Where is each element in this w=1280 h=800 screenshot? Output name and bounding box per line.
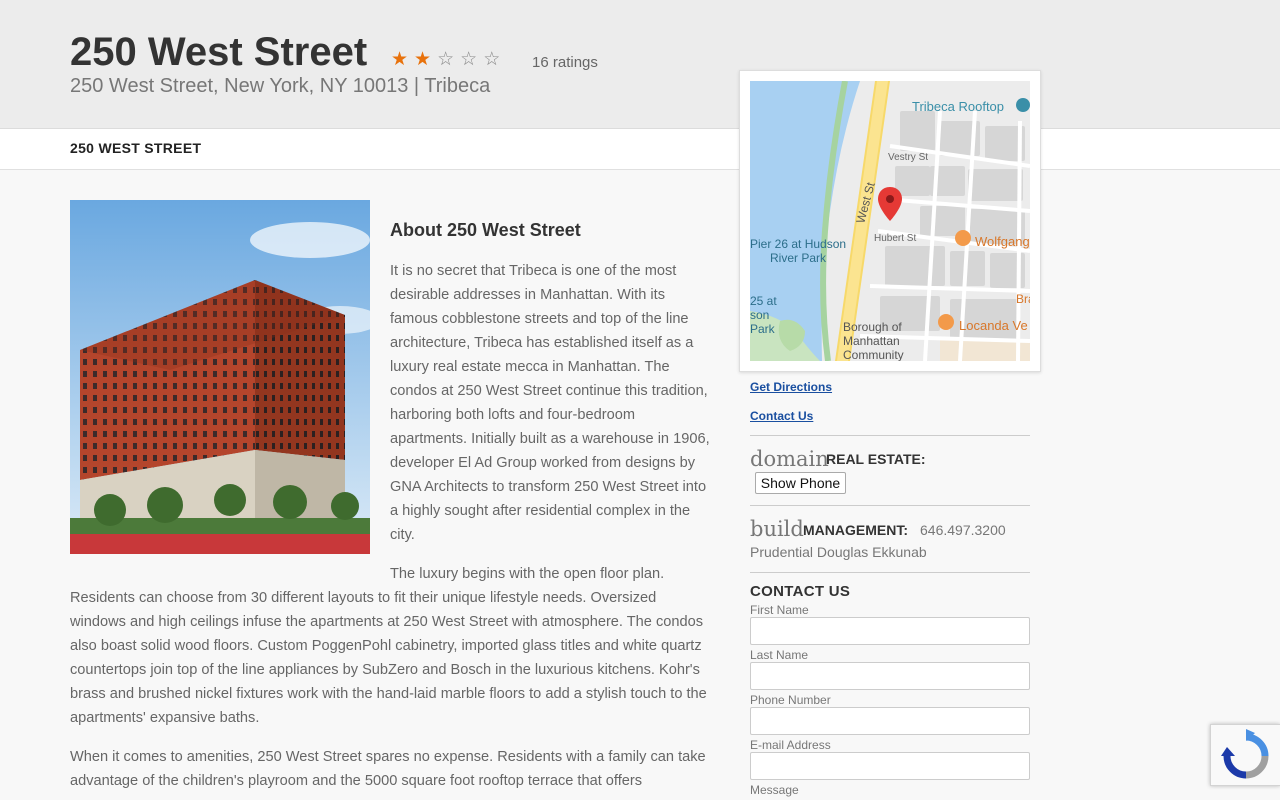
building-photo [70,200,370,554]
map-label-borough-2: Manhattan [843,334,900,348]
sidebar-divider [750,505,1030,506]
email-label: E-mail Address [750,738,831,752]
page-title: 250 West Street [70,30,368,74]
map-label-vestry: Vestry St [888,152,928,163]
about-heading: About 250 West Street [390,220,581,240]
map-label-borough-3: Community [843,348,904,361]
map-label-bran: Bran [1016,292,1030,306]
first-name-field[interactable] [750,617,1030,645]
contact-us-link[interactable]: Contact Us [750,409,813,423]
management-name: Prudential Douglas Ekkunab [750,544,927,560]
restaurant-icon[interactable] [955,230,971,246]
first-name-label: First Name [750,603,809,617]
about-paragraph-1: It is no secret that Tribeca is one of t… [390,263,710,543]
nav-item-building[interactable]: 250 WEST STREET [70,140,201,156]
real-estate-label: REAL ESTATE: [826,451,926,467]
recaptcha-icon [1221,729,1269,779]
get-directions-link[interactable]: Get Directions [750,380,832,394]
sidebar-divider [750,572,1030,573]
star-empty-icon[interactable]: ☆ [460,49,483,70]
contact-form-title: CONTACT US [750,583,851,600]
management-phone: 646.497.3200 [920,522,1006,538]
build-logo: build [750,517,804,541]
restaurant-icon-2[interactable] [938,314,954,330]
map-label-rooftop: Tribeca Rooftop [912,99,1004,114]
ratings-count[interactable]: 16 ratings [532,54,598,71]
last-name-label: Last Name [750,648,809,662]
phone-label: Phone Number [750,693,831,707]
show-phone-button[interactable]: Show Phone [755,472,846,494]
map-label-borough-1: Borough of [843,320,902,334]
about-paragraph-3: When it comes to amenities, 250 West Str… [70,749,706,789]
map-card: Tribeca Rooftop Vestry St West St Hubert… [739,70,1041,372]
page-header: 250 West Street ★★☆☆☆ 16 ratings 250 Wes… [0,0,1280,129]
star-empty-icon[interactable]: ☆ [437,49,460,70]
map-label-pier-1: Pier 26 at Hudson [750,237,846,251]
star-filled-icon[interactable]: ★ [414,49,437,70]
map-label-wolfgang: Wolfgang [975,234,1030,249]
map-label-hubert: Hubert St [874,233,916,244]
map-label-pier25-3: Park [750,322,776,336]
sub-navbar: 250 WEST STREET [0,129,1280,170]
map-label-pier25-2: son [750,308,769,322]
sidebar-divider [750,435,1030,436]
star-rating[interactable]: ★★☆☆☆ [391,50,506,70]
about-paragraph-2: The luxury begins with the open floor pl… [70,566,707,726]
message-label: Message [750,783,799,797]
management-label: MANAGEMENT: [803,522,908,538]
star-empty-icon[interactable]: ☆ [483,49,506,70]
map-label-locanda: Locanda Ve [959,318,1028,333]
phone-field[interactable] [750,707,1030,735]
building-address: 250 West Street, New York, NY 10013 | Tr… [70,75,491,97]
map-label-pier25-1: 25 at [750,294,777,308]
last-name-field[interactable] [750,662,1030,690]
map-label-pier-2: River Park [770,251,827,265]
recaptcha-badge[interactable] [1210,724,1280,786]
email-field[interactable] [750,752,1030,780]
domain-logo: domain [750,447,829,471]
location-map[interactable]: Tribeca Rooftop Vestry St West St Hubert… [750,81,1030,361]
star-filled-icon[interactable]: ★ [391,49,414,70]
